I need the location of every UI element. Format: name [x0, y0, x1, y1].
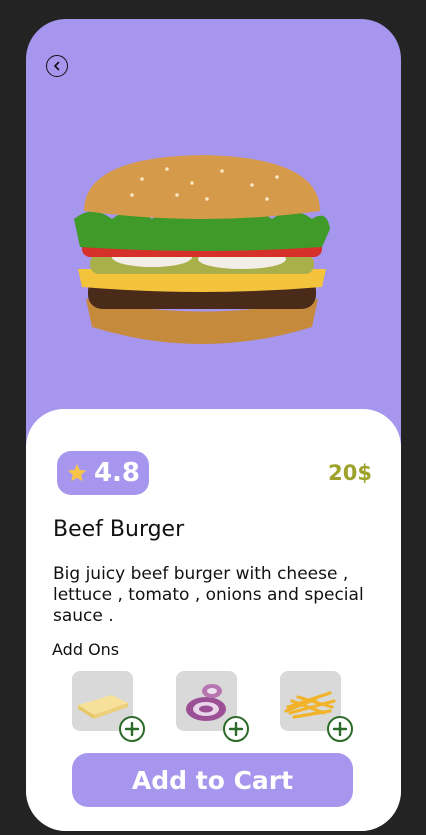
- plus-icon: [333, 722, 347, 736]
- rating-badge: 4.8: [57, 451, 149, 495]
- add-fries-button[interactable]: [327, 716, 353, 742]
- addon-cheese[interactable]: [72, 671, 145, 742]
- addon-fries[interactable]: [280, 671, 353, 742]
- add-onion-button[interactable]: [223, 716, 249, 742]
- back-button[interactable]: [46, 55, 68, 77]
- addons-heading: Add Ons: [52, 640, 120, 659]
- price-label: 20$: [328, 461, 372, 485]
- chevron-left-icon: [54, 61, 60, 71]
- product-details-sheet: 4.8 20$ Beef Burger Big juicy beef burge…: [26, 409, 401, 831]
- addon-onion[interactable]: [176, 671, 249, 742]
- rating-value: 4.8: [93, 458, 141, 488]
- product-description: Big juicy beef burger with cheese , lett…: [53, 564, 364, 626]
- product-title: Beef Burger: [53, 517, 185, 542]
- burger-image: [74, 155, 330, 344]
- star-icon: [67, 463, 87, 482]
- add-to-cart-button[interactable]: Add to Cart: [72, 753, 353, 807]
- add-cheese-button[interactable]: [119, 716, 145, 742]
- plus-icon: [125, 722, 139, 736]
- phone-screen: 4.8 20$ Beef Burger Big juicy beef burge…: [26, 19, 401, 831]
- plus-icon: [229, 722, 243, 736]
